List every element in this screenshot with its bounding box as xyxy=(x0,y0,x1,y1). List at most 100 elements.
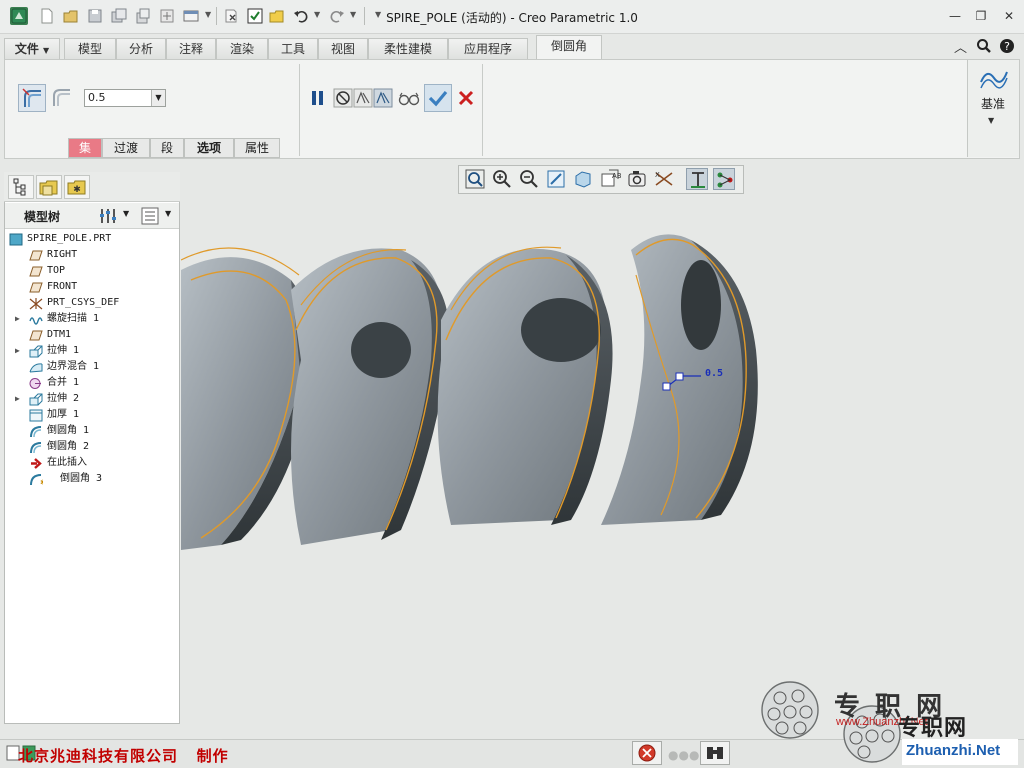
app-icon[interactable] xyxy=(10,7,28,25)
tab-file[interactable]: 文件 ▼ xyxy=(4,38,60,59)
tab-render[interactable]: 渲染 xyxy=(216,38,268,59)
tree-item-helical-sweep[interactable]: ▶ 螺旋扫描 1 xyxy=(5,311,177,327)
apply-button[interactable] xyxy=(424,84,452,112)
close-button[interactable]: ✕ xyxy=(1000,8,1018,24)
view-manager-icon[interactable] xyxy=(626,168,648,190)
tree-item-dtm1[interactable]: DTM1 xyxy=(5,327,177,343)
tree-settings-icon[interactable] xyxy=(98,206,120,226)
no-preview-icon[interactable] xyxy=(333,88,353,108)
close-window-icon[interactable] xyxy=(222,7,240,25)
tree-item-thicken[interactable]: 加厚 1 xyxy=(5,407,177,423)
expand-arrow-icon[interactable]: ▶ xyxy=(15,311,20,327)
tab-pieces[interactable]: 段 xyxy=(150,138,184,158)
tree-item-datum-top[interactable]: TOP xyxy=(5,263,177,279)
tree-item-round-2[interactable]: 倒圆角 2 xyxy=(5,439,177,455)
display-style-icon[interactable] xyxy=(572,168,594,190)
verify-mode-icon[interactable] xyxy=(373,88,393,108)
tree-item-datum-right[interactable]: RIGHT xyxy=(5,247,177,263)
graphics-area[interactable]: 0.5 xyxy=(181,200,1024,735)
mapkey-icon[interactable] xyxy=(158,7,176,25)
status-message: 北京兆迪科技有限公司 制作 xyxy=(18,747,229,765)
windows-dropdown-icon[interactable]: ▼ xyxy=(205,10,211,19)
tab-applications[interactable]: 应用程序 xyxy=(448,38,528,59)
tab-view[interactable]: 视图 xyxy=(318,38,368,59)
chevron-down-icon[interactable]: ▼ xyxy=(165,209,171,218)
cancel-icon[interactable] xyxy=(456,88,476,108)
tab-annotate[interactable]: 注释 xyxy=(166,38,216,59)
tab-round[interactable]: 倒圆角 xyxy=(536,35,602,59)
redo-dropdown-icon[interactable]: ▼ xyxy=(350,10,356,19)
regenerate-icon[interactable] xyxy=(134,7,152,25)
search-icon[interactable] xyxy=(976,38,992,54)
chevron-down-icon[interactable]: ▼ xyxy=(151,90,165,106)
help-icon[interactable]: ? xyxy=(999,38,1015,54)
select-icon[interactable] xyxy=(246,7,264,25)
minimize-ribbon-icon[interactable]: ︿ xyxy=(954,37,967,56)
layers-tab[interactable] xyxy=(36,175,62,199)
tree-item-label: 螺旋扫描 1 xyxy=(47,313,100,324)
minimize-button[interactable]: — xyxy=(946,8,964,24)
folder-icon[interactable] xyxy=(268,7,286,25)
folder-browser-icon xyxy=(39,180,58,196)
expand-arrow-icon[interactable]: ▶ xyxy=(15,391,20,407)
tab-flexible-modeling[interactable]: 柔性建模 xyxy=(368,38,448,59)
variable-round-icon[interactable] xyxy=(48,84,76,112)
glasses-icon[interactable] xyxy=(397,88,421,108)
radius-input[interactable]: 0.5 ▼ xyxy=(84,89,166,107)
tree-item-extrude-2[interactable]: ▶ 拉伸 2 xyxy=(5,391,177,407)
zoom-in-icon[interactable] xyxy=(491,168,513,190)
tab-model[interactable]: 模型 xyxy=(64,38,116,59)
expand-arrow-icon[interactable]: ▶ xyxy=(15,343,20,359)
redo-icon[interactable] xyxy=(328,7,346,25)
customize-icon[interactable]: ▼ xyxy=(375,10,381,19)
spin-center-icon[interactable] xyxy=(713,168,735,190)
tab-options[interactable]: 选项 xyxy=(184,138,234,158)
undo-dropdown-icon[interactable]: ▼ xyxy=(314,10,320,19)
tab-analysis[interactable]: 分析 xyxy=(116,38,166,59)
constant-round-icon[interactable] xyxy=(18,84,46,112)
tree-item-part[interactable]: SPIRE_POLE.PRT xyxy=(5,231,177,247)
svg-text:?: ? xyxy=(1004,40,1010,53)
save-icon[interactable] xyxy=(86,7,104,25)
undo-icon[interactable] xyxy=(292,7,310,25)
datum-display-icon[interactable]: X xyxy=(653,168,675,190)
tree-item-label: 合并 1 xyxy=(47,377,80,388)
tab-transitions[interactable]: 过渡 xyxy=(102,138,150,158)
find-button[interactable] xyxy=(700,741,730,765)
open-icon[interactable] xyxy=(62,7,80,25)
tree-item-csys[interactable]: PRT_CSYS_DEF xyxy=(5,295,177,311)
show-icon[interactable] xyxy=(140,206,160,226)
chevron-down-icon[interactable]: ▼ xyxy=(123,209,129,218)
tree-item-round-3[interactable]: ✱ 倒圆角 3 xyxy=(5,471,177,487)
ribbon-divider xyxy=(482,64,483,156)
zoom-out-icon[interactable] xyxy=(518,168,540,190)
refit-icon[interactable] xyxy=(464,168,486,190)
stop-button[interactable] xyxy=(632,741,662,765)
new-icon[interactable] xyxy=(38,7,56,25)
tab-properties[interactable]: 属性 xyxy=(234,138,280,158)
tab-tools[interactable]: 工具 xyxy=(268,38,318,59)
watermark-url: Zhuanzhi.Net xyxy=(906,742,1001,759)
restore-button[interactable]: ❐ xyxy=(972,8,990,24)
tree-item-insert-here[interactable]: 在此插入 xyxy=(5,455,177,471)
tab-sets[interactable]: 集 xyxy=(68,138,102,158)
tree-item-merge[interactable]: 合并 1 xyxy=(5,375,177,391)
save-copy-icon[interactable] xyxy=(110,7,128,25)
saved-orientations-icon[interactable]: AB xyxy=(599,168,621,190)
tree-item-datum-front[interactable]: FRONT xyxy=(5,279,177,295)
repaint-icon[interactable] xyxy=(545,168,567,190)
annotation-display-icon[interactable] xyxy=(686,168,708,190)
model-tree-tab[interactable] xyxy=(8,175,34,199)
favorites-tab[interactable]: ✱ xyxy=(64,175,90,199)
tree-item-round-1[interactable]: 倒圆角 1 xyxy=(5,423,177,439)
extrude-icon xyxy=(29,345,43,358)
watermark-brand-secondary: 专职网 xyxy=(898,715,968,741)
tree-item-boundary-blend[interactable]: 边界混合 1 xyxy=(5,359,177,375)
pause-icon[interactable] xyxy=(309,88,327,108)
preview-icon[interactable] xyxy=(353,88,373,108)
windows-icon[interactable] xyxy=(182,7,200,25)
tree-item-extrude-1[interactable]: ▶ 拉伸 1 xyxy=(5,343,177,359)
merge-icon xyxy=(29,377,43,390)
part-icon xyxy=(9,233,23,246)
tree-item-label: 边界混合 1 xyxy=(47,361,100,372)
